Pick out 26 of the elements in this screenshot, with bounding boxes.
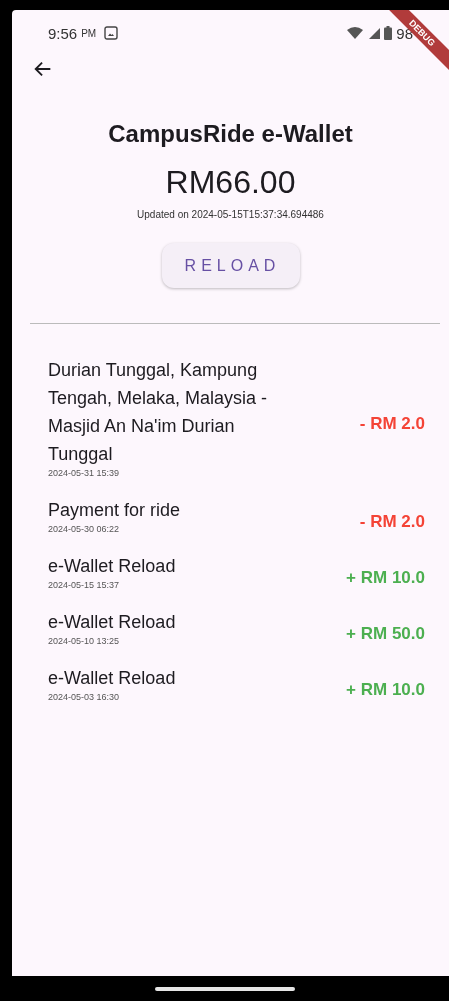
transaction-date: 2024-05-30 06:22	[48, 524, 121, 534]
signal-icon	[368, 27, 381, 39]
wifi-icon	[346, 26, 365, 40]
transaction-date: 2024-05-31 15:39	[48, 468, 121, 478]
transaction-amount: + RM 50.0	[345, 623, 425, 644]
transaction-amount: + RM 10.0	[345, 679, 425, 700]
updated-timestamp: Updated on 2024-05-15T15:37:34.694486	[137, 209, 324, 220]
transaction-description: e-Wallet Reload	[48, 667, 177, 690]
image-icon	[104, 26, 119, 40]
transaction-description: Payment for ride	[48, 499, 182, 522]
transaction-date: 2024-05-10 13:25	[48, 636, 121, 646]
transaction-amount: - RM 2.0	[358, 511, 425, 532]
reload-button[interactable]: RELOAD	[161, 243, 300, 288]
wallet-title: CampusRide e-Wallet	[108, 120, 353, 148]
balance-amount: RM66.00	[165, 164, 296, 201]
transaction-amount: + RM 10.0	[345, 567, 425, 588]
transaction-description: Durian Tunggal, Kampung Tengah, Melaka, Malaysia - Masjid An Na'im Durian Tunggal	[48, 359, 269, 466]
status-meridiem: PM	[81, 27, 97, 39]
transaction-description: e-Wallet Reload	[48, 611, 177, 634]
home-indicator[interactable]	[154, 986, 295, 991]
transaction-description: e-Wallet Reload	[48, 555, 177, 578]
transaction-date: 2024-05-15 15:37	[48, 580, 121, 590]
transaction-date: 2024-05-03 16:30	[48, 692, 121, 702]
status-time: 9:56	[48, 24, 78, 42]
battery-icon	[384, 26, 393, 40]
transaction-amount: - RM 2.0	[358, 413, 425, 434]
